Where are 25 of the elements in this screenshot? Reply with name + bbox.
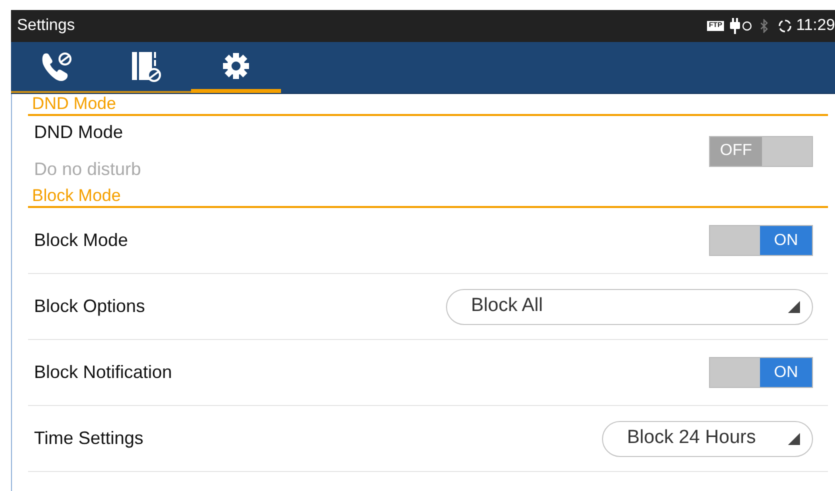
toggle-thumb: ON (760, 226, 812, 255)
sync-icon (778, 19, 792, 33)
section-header: DND Mode (28, 94, 828, 116)
screen-title: Settings (17, 16, 76, 36)
setting-description: Do no disturb (34, 158, 142, 181)
section-header: Block Mode (28, 186, 828, 208)
toggle-switch[interactable]: ON (709, 225, 813, 256)
bluetooth-icon (760, 19, 768, 33)
contact-block-icon (130, 50, 162, 84)
plug-icon (730, 18, 752, 34)
dropdown[interactable]: Block All (446, 288, 813, 324)
setting-label: Block Options (34, 295, 146, 318)
toggle-switch[interactable]: OFF (709, 136, 813, 166)
clock: 11:29 (796, 16, 835, 36)
settings-icon (221, 50, 251, 80)
toggle-switch[interactable]: ON (709, 357, 813, 388)
dropdown[interactable]: Block 24 Hours (602, 420, 813, 456)
caret-icon (788, 300, 800, 312)
setting-label: Time Settings (34, 427, 144, 450)
setting-label: DND Mode (34, 121, 124, 144)
caret-icon (788, 432, 800, 444)
setting-label: Block Notification (34, 361, 174, 384)
toggle-thumb: ON (760, 358, 812, 387)
toggle-thumb: OFF (710, 136, 762, 166)
setting-label: Block Mode (34, 229, 130, 252)
